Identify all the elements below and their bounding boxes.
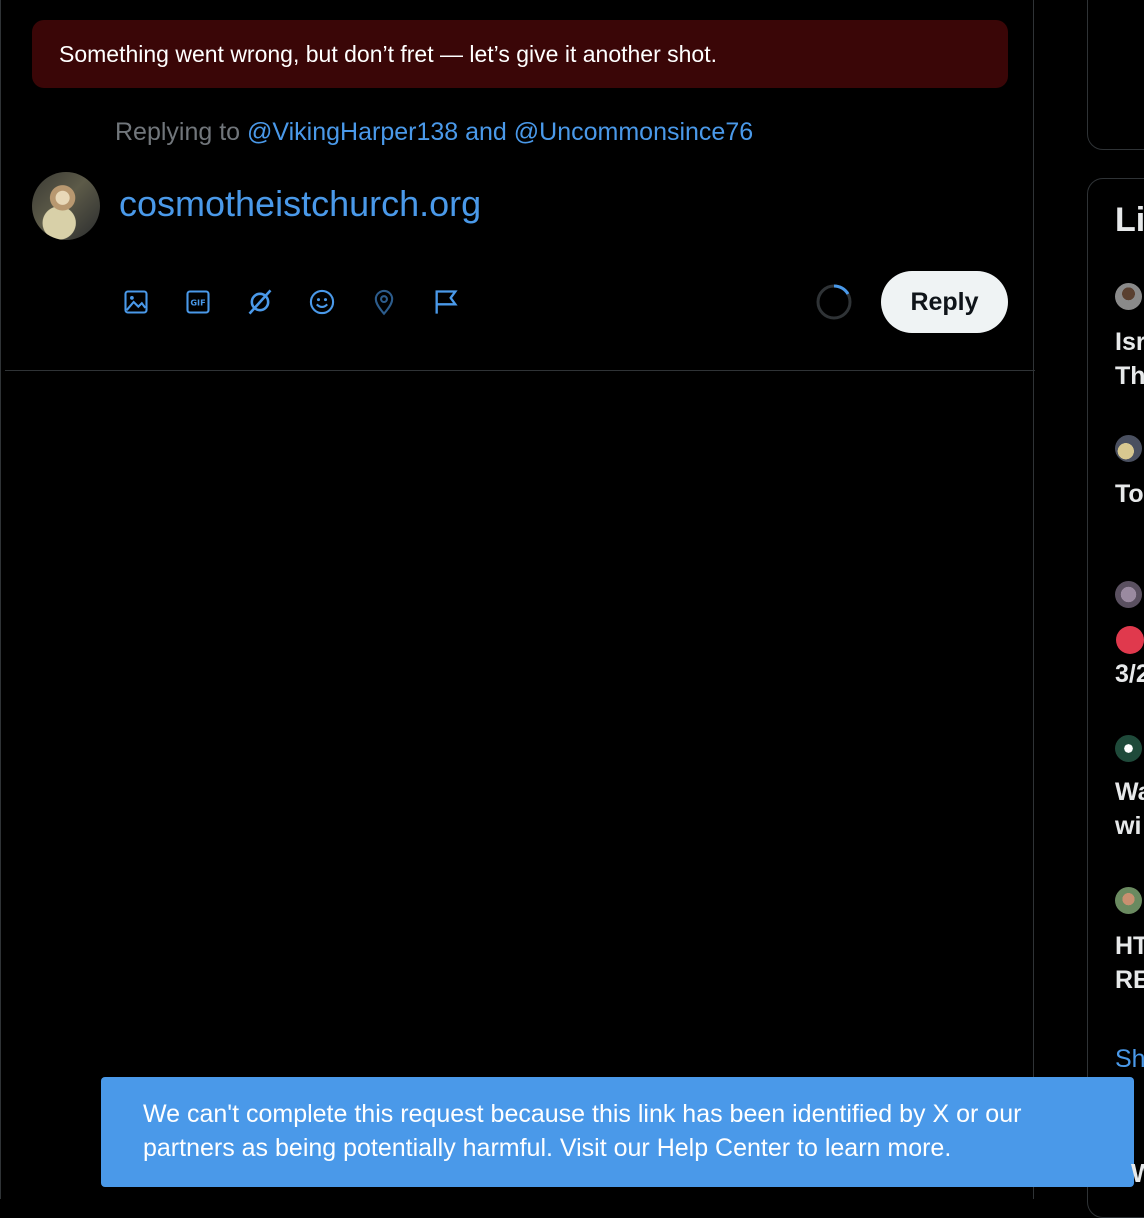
compose-toolbar: GIF <box>119 282 491 322</box>
show-more-link[interactable]: Sh <box>1115 1045 1144 1074</box>
right-card-title: Li <box>1115 201 1144 239</box>
toast-line-1: We can't complete this request because t… <box>143 1100 1022 1128</box>
main-column: Something went wrong, but don’t fret — l… <box>0 0 1035 1199</box>
right-item-5-line-2[interactable]: RE <box>1115 963 1144 997</box>
right-item-4-line-2[interactable]: wi <box>1115 809 1141 843</box>
right-item-3-line-2[interactable]: 3/2 <box>1115 657 1144 691</box>
live-indicator <box>1116 626 1144 654</box>
avatar[interactable] <box>1115 435 1142 462</box>
schedule-flag-button[interactable] <box>429 285 463 319</box>
right-sidebar-card: Li Isr Th To 3/2 Wa wi HT RE Sh <box>1087 178 1144 1218</box>
toast-line-2: partners as being potentially harmful. V… <box>143 1134 952 1162</box>
avatar[interactable] <box>1115 283 1142 310</box>
reply-button[interactable]: Reply <box>881 271 1008 333</box>
right-bottom-fragment: W <box>1131 1158 1144 1188</box>
gif-icon: GIF <box>186 290 210 314</box>
error-banner: Something went wrong, but don’t fret — l… <box>32 20 1008 88</box>
gif-button[interactable]: GIF <box>181 285 215 319</box>
grok-icon <box>248 289 272 315</box>
replying-prefix: Replying to <box>115 118 241 146</box>
right-item-1-line-2[interactable]: Th <box>1115 359 1144 393</box>
right-item-2-line-1[interactable]: To <box>1115 477 1144 511</box>
right-item-4-line-1[interactable]: Wa <box>1115 775 1144 809</box>
avatar[interactable] <box>1115 887 1142 914</box>
location-icon <box>374 289 394 316</box>
grok-button[interactable] <box>243 285 277 319</box>
avatar[interactable] <box>1115 735 1142 762</box>
compose-input[interactable]: cosmotheistchurch.org <box>119 183 481 225</box>
error-banner-text: Something went wrong, but don’t fret — l… <box>59 40 717 67</box>
divider <box>5 370 1035 371</box>
progress-spinner-icon <box>816 284 852 320</box>
emoji-icon <box>309 289 335 315</box>
replying-mentions[interactable]: @VikingHarper138 and @Uncommonsince76 <box>247 118 753 146</box>
emoji-button[interactable] <box>305 285 339 319</box>
user-avatar[interactable] <box>32 172 100 240</box>
replying-to: Replying to @VikingHarper138 and @Uncomm… <box>115 118 753 147</box>
right-item-1-line-1[interactable]: Isr <box>1115 325 1144 359</box>
gif-icon-label: GIF <box>190 298 205 308</box>
right-item-5-line-1[interactable]: HT <box>1115 929 1144 963</box>
media-button[interactable] <box>119 285 153 319</box>
flag-icon <box>435 290 458 314</box>
right-top-card <box>1087 0 1144 150</box>
error-toast: We can't complete this request because t… <box>101 1077 1134 1187</box>
location-button[interactable] <box>367 285 401 319</box>
image-icon <box>124 290 148 314</box>
avatar[interactable] <box>1115 581 1142 608</box>
